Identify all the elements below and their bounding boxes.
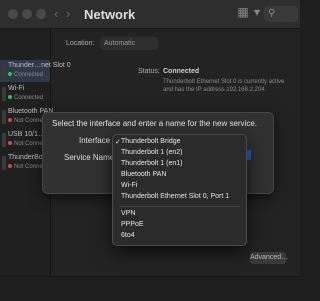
service-name: ThunderBolt [8,154,47,161]
bluetooth-icon [2,110,6,124]
service-name-field[interactable] [247,150,251,160]
window-title: Network [84,7,136,22]
sheet-prompt: Select the interface and enter a name fo… [52,119,258,128]
interface-popup-menu: ✓ Thunderbolt Bridge Thunderbolt 1 (en2)… [112,134,247,246]
status-dot-icon [8,95,12,100]
search-input[interactable]: ⚲ [264,6,298,22]
service-status: Connected [8,72,43,78]
menu-item[interactable]: Wi-Fi [121,182,137,189]
advanced-button[interactable]: Advanced… [250,252,288,264]
forward-arrow-icon[interactable]: › [66,6,70,21]
menu-item[interactable]: Bluetooth PAN [121,171,166,178]
menu-item[interactable]: Thunderbolt Ethernet Slot 0, Port 1 [121,193,229,200]
minimize-window-button[interactable] [22,9,32,19]
service-name: Thunder…net Slot 0 [8,62,71,69]
menu-item[interactable]: Thunderbolt 1 (en2) [121,149,182,156]
service-item[interactable]: Thunder…net Slot 0 Connected [0,60,71,82]
status-description: Thunderbolt Ethernet Slot 0 is currently… [163,79,285,93]
location-label: Location: [66,40,95,47]
close-window-button[interactable] [8,9,18,19]
status-dot-icon [8,141,12,146]
menu-item[interactable]: VPN [121,210,135,217]
service-item[interactable]: Wi-Fi Connected [0,83,50,105]
service-name-label: Service Name [64,153,115,162]
show-all-icon[interactable]: ▾ [250,6,264,19]
network-window: ‹ › Network ▦ ▾ ⚲ Thunder…net Slot 0 Con… [0,0,300,301]
title-bar: ‹ › Network ▦ ▾ ⚲ [0,0,300,29]
status-value: Connected [163,68,200,75]
interface-label: Interface [79,136,111,145]
checkmark-icon: ✓ [115,139,121,146]
service-status: Connected [8,95,43,101]
wifi-icon [2,87,6,101]
menu-item[interactable]: 6to4 [121,232,135,239]
bottom-toolbar [0,276,300,301]
menu-item[interactable]: Thunderbolt 1 (en1) [121,160,182,167]
thunderbolt-icon [2,156,6,170]
service-name: Wi-Fi [8,85,25,92]
back-arrow-icon[interactable]: ‹ [54,6,58,21]
menu-item[interactable]: PPPoE [121,221,144,228]
usb-icon [2,133,6,147]
menu-item[interactable]: Thunderbolt Bridge [121,138,181,145]
menu-separator [119,206,240,207]
status-dot-icon [8,118,12,123]
service-name: USB 10/1… [8,131,45,138]
zoom-window-button[interactable] [36,9,46,19]
ethernet-icon [2,64,6,78]
status-label: Status: [138,68,160,75]
location-select[interactable]: Automatic [100,37,158,50]
status-dot-icon [8,72,12,77]
status-dot-icon [8,164,12,169]
grid-icon[interactable]: ▦ [236,6,250,19]
